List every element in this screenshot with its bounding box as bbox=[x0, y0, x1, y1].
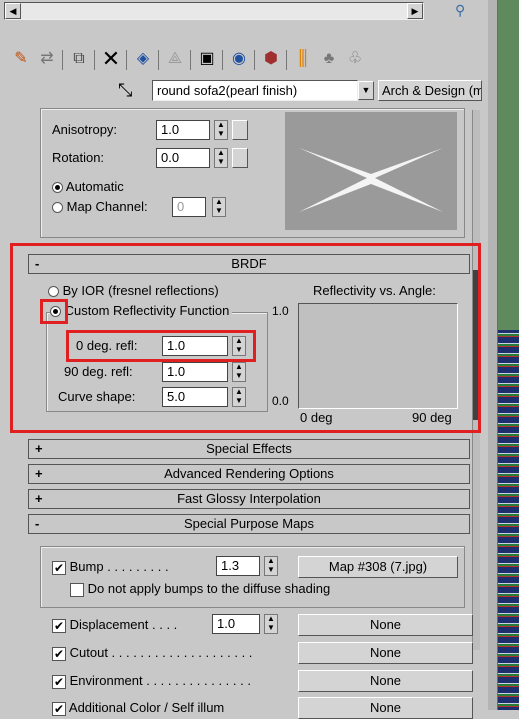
assign-to-selection-icon[interactable]: ⧉ bbox=[68, 48, 90, 70]
displacement-field[interactable]: 1.0 bbox=[212, 614, 260, 634]
viewport-background bbox=[498, 0, 519, 330]
displacement-row: ✔ Displacement . . . . bbox=[52, 617, 177, 633]
rotation-spinner[interactable]: ▲ ▼ bbox=[214, 148, 228, 168]
bump-spinner[interactable]: ▲ ▼ bbox=[264, 556, 278, 576]
scroll-left-arrow-icon[interactable]: ◀ bbox=[5, 3, 21, 19]
viewport-border bbox=[488, 0, 498, 710]
viewport-scene-geometry bbox=[498, 330, 519, 710]
environment-map-label: None bbox=[369, 673, 402, 688]
fast-glossy-rollout[interactable]: + Fast Glossy Interpolation bbox=[28, 489, 470, 509]
top-scrollbar[interactable]: ◀ ▶ bbox=[4, 2, 424, 20]
map-channel-spinner[interactable]: ▲ ▼ bbox=[212, 197, 226, 217]
3d-viewport-strip[interactable] bbox=[488, 0, 519, 710]
bump-label: Bump . . . . . . . . . bbox=[69, 559, 169, 574]
material-navigator-icon[interactable]: ♧ bbox=[344, 48, 366, 70]
anisotropy-label: Anisotropy: bbox=[52, 122, 118, 137]
anisotropy-map-button[interactable] bbox=[232, 120, 248, 140]
material-name-field[interactable]: round sofa2(pearl finish) bbox=[152, 80, 358, 101]
get-material-icon[interactable]: ✎ bbox=[10, 48, 32, 70]
special-purpose-maps-label: Special Purpose Maps bbox=[183, 516, 315, 531]
advanced-rendering-rollout[interactable]: + Advanced Rendering Options bbox=[28, 464, 470, 484]
automatic-radio-row[interactable]: Automatic bbox=[52, 179, 124, 194]
cutout-checkbox[interactable]: ✔ bbox=[52, 646, 66, 661]
rotation-map-button[interactable] bbox=[232, 148, 248, 168]
rotation-field[interactable]: 0.0 bbox=[156, 148, 210, 168]
go-to-parent-icon[interactable]: ⫼ bbox=[292, 48, 314, 70]
displacement-map-label: None bbox=[369, 617, 402, 632]
special-purpose-maps-rollout[interactable]: - Special Purpose Maps bbox=[28, 514, 470, 534]
anisotropy-field[interactable]: 1.0 bbox=[156, 120, 210, 140]
cutout-label: Cutout . . . . . . . . . . . . . . . . .… bbox=[69, 645, 253, 660]
additional-color-checkbox[interactable]: ✔ bbox=[52, 701, 66, 716]
cutout-row: ✔ Cutout . . . . . . . . . . . . . . . .… bbox=[52, 645, 252, 661]
anisotropy-preview-graphic bbox=[299, 148, 443, 212]
no-bump-diffuse-row: Do not apply bumps to the diffuse shadin… bbox=[70, 581, 330, 597]
map-channel-radio[interactable] bbox=[52, 202, 63, 214]
pick-icon[interactable]: ⚲ bbox=[455, 2, 477, 22]
anisotropy-spinner[interactable]: ▲ ▼ bbox=[214, 120, 228, 140]
delete-icon[interactable]: ✕ bbox=[100, 48, 122, 70]
cutout-map-button[interactable]: None bbox=[298, 642, 473, 664]
advanced-rendering-label: Advanced Rendering Options bbox=[164, 466, 334, 481]
map-channel-field[interactable]: 0 bbox=[172, 197, 206, 217]
bump-map-button[interactable]: Map #308 (7.jpg) bbox=[298, 556, 458, 578]
bump-map-label: Map #308 (7.jpg) bbox=[328, 559, 428, 574]
no-bump-diffuse-label: Do not apply bumps to the diffuse shadin… bbox=[87, 581, 331, 596]
displacement-spinner[interactable]: ▲ ▼ bbox=[264, 614, 278, 634]
displacement-checkbox[interactable]: ✔ bbox=[52, 618, 66, 633]
environment-map-button[interactable]: None bbox=[298, 670, 473, 692]
show-map-icon[interactable]: ◉ bbox=[228, 48, 250, 70]
anisotropy-preview bbox=[285, 112, 457, 230]
displacement-map-button[interactable]: None bbox=[298, 614, 473, 636]
pick-from-object-icon[interactable]: ⤡ bbox=[118, 80, 132, 101]
material-editor-panel: ◀ ▶ ⚲ ✎ ⇄ ⧉ ✕ ◈ ⟁ ▣ ◉ ⬢ ⫼ ♣ ♧ ⤡ round so… bbox=[0, 0, 488, 719]
environment-label: Environment . . . . . . . . . . . . . . … bbox=[69, 673, 251, 688]
bump-field[interactable]: 1.3 bbox=[216, 556, 260, 576]
bump-checkbox[interactable]: ✔ bbox=[52, 560, 66, 575]
show-end-result-icon[interactable]: ⬢ bbox=[260, 48, 282, 70]
additional-color-map-label: None bbox=[369, 700, 402, 715]
custom-radio-highlight-box bbox=[40, 299, 68, 324]
material-name-text: round sofa2(pearl finish) bbox=[157, 83, 298, 98]
no-bump-diffuse-checkbox[interactable] bbox=[70, 582, 84, 597]
put-to-scene-icon[interactable]: ⇄ bbox=[36, 48, 58, 70]
automatic-label: Automatic bbox=[65, 179, 124, 194]
go-forward-sibling-icon[interactable]: ♣ bbox=[318, 48, 340, 70]
material-type-label: Arch & Design (mi) bbox=[382, 83, 482, 98]
material-dropdown-arrow-icon[interactable]: ▼ bbox=[358, 81, 374, 100]
environment-row: ✔ Environment . . . . . . . . . . . . . … bbox=[52, 673, 251, 689]
fast-glossy-label: Fast Glossy Interpolation bbox=[177, 491, 321, 506]
put-to-library-icon[interactable]: ⟁ bbox=[164, 48, 186, 70]
material-id-icon[interactable]: ▣ bbox=[196, 48, 218, 70]
displacement-label: Displacement . . . . bbox=[69, 617, 178, 632]
rotation-label: Rotation: bbox=[52, 150, 105, 165]
additional-color-label: Additional Color / Self illum bbox=[68, 700, 225, 715]
deg0-highlight-box bbox=[66, 330, 256, 362]
special-effects-rollout[interactable]: + Special Effects bbox=[28, 439, 470, 459]
bump-row: ✔ Bump . . . . . . . . . bbox=[52, 559, 169, 575]
special-effects-label: Special Effects bbox=[206, 441, 292, 456]
map-channel-label: Map Channel: bbox=[66, 199, 148, 214]
additional-color-map-button[interactable]: None bbox=[298, 697, 473, 719]
make-unique-icon[interactable]: ◈ bbox=[132, 48, 154, 70]
environment-checkbox[interactable]: ✔ bbox=[52, 674, 66, 689]
scroll-right-arrow-icon[interactable]: ▶ bbox=[407, 3, 423, 19]
automatic-radio[interactable] bbox=[52, 182, 63, 194]
additional-color-row: ✔ Additional Color / Self illum bbox=[52, 700, 224, 716]
map-channel-radio-row[interactable]: Map Channel: bbox=[52, 199, 148, 214]
cutout-map-label: None bbox=[369, 645, 402, 660]
material-type-button[interactable]: Arch & Design (mi) bbox=[378, 80, 482, 101]
